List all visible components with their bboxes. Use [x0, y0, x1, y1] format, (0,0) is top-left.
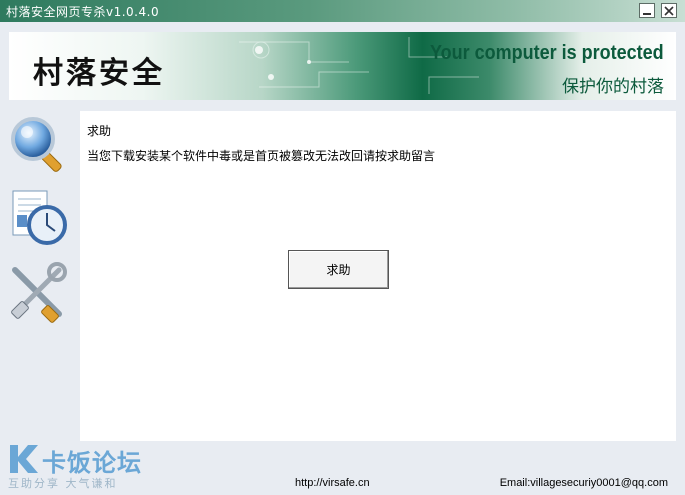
watermark-logo: 卡饭论坛 互助分享 大气谦和: [6, 443, 166, 491]
close-icon: [664, 5, 674, 16]
help-button[interactable]: 求助: [288, 250, 389, 289]
header-banner: 村落安全 Your computer is protected 保护你的村落: [9, 32, 676, 100]
kafan-logo-icon: [10, 445, 38, 473]
tools-icon: [11, 262, 67, 323]
help-description: 当您下载安装某个软件中毒或是首页被篡改无法改回请按求助留言: [87, 149, 436, 163]
minimize-button[interactable]: [639, 3, 655, 18]
sidebar-item-log[interactable]: [7, 187, 71, 251]
contact-email[interactable]: Email:villagesecuriy0001@qq.com: [500, 477, 668, 489]
document-clock-icon: [12, 190, 67, 245]
close-button[interactable]: [661, 3, 677, 18]
website-link[interactable]: http://virsafe.cn: [295, 477, 370, 489]
banner-subtitle: 保护你的村落: [562, 77, 664, 97]
panel-heading: 求助: [87, 124, 112, 138]
title-bar[interactable]: 村落安全网页专杀v1.0.4.0: [0, 0, 685, 22]
magnifier-icon: [11, 117, 62, 172]
window-title: 村落安全网页专杀v1.0.4.0: [6, 5, 160, 19]
sidebar-item-scan[interactable]: [7, 113, 71, 177]
app-logo: 村落安全: [33, 56, 165, 91]
banner-tagline: Your computer is protected: [430, 42, 664, 64]
help-panel: 求助 当您下载安装某个软件中毒或是首页被篡改无法改回请按求助留言 求助: [80, 111, 676, 441]
watermark-brand: 卡饭论坛: [42, 449, 142, 477]
watermark-slogan: 互助分享 大气谦和: [8, 477, 118, 490]
sidebar-item-tools[interactable]: [7, 260, 71, 324]
minimize-icon: [643, 12, 651, 15]
